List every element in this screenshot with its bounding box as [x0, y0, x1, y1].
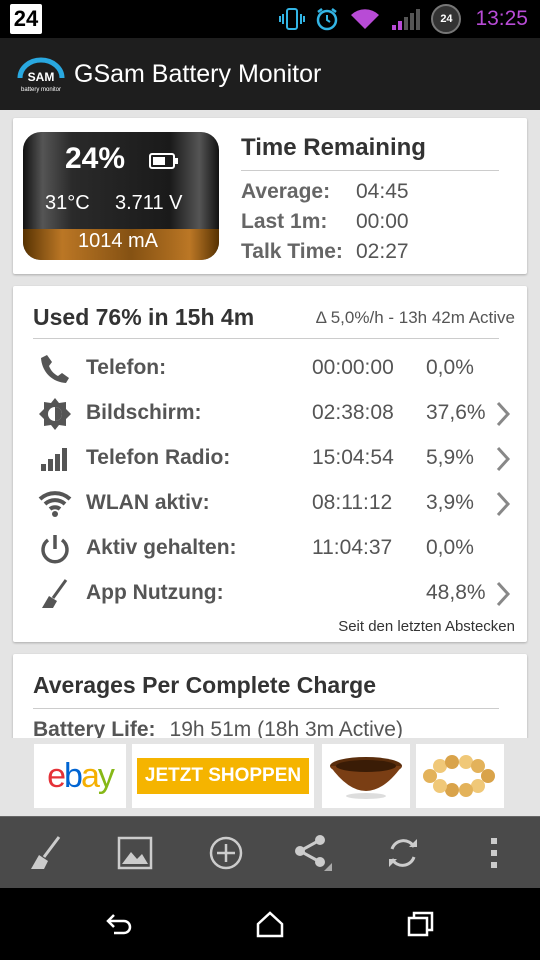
app-title: GSam Battery Monitor: [74, 59, 322, 88]
vibrate-icon: [279, 7, 306, 31]
chevron-right-icon[interactable]: [495, 446, 511, 477]
calendar-icon: 24: [431, 4, 462, 34]
divider: [33, 338, 499, 339]
battery-voltage: 3.711 V: [115, 192, 183, 214]
usage-row-telefon[interactable]: Telefon: 00:00:00 0,0%: [13, 348, 527, 388]
wifi-icon: [37, 487, 73, 521]
time-remaining-label: Average:: [241, 180, 331, 203]
status-icons: 24 13:25: [279, 0, 528, 38]
usage-label: Bildschirm:: [86, 401, 202, 424]
time-remaining-talktime: Talk Time: 02:27: [241, 240, 409, 264]
ad-shop-button[interactable]: JETZT SHOPPEN: [132, 744, 314, 808]
usage-label: Telefon:: [86, 356, 167, 379]
broom-icon[interactable]: [24, 831, 68, 875]
status-bar: 24 24 13:25: [0, 0, 540, 38]
usage-percent: 0,0%: [426, 536, 474, 559]
ebay-letter-y: y: [97, 756, 115, 795]
power-icon: [37, 532, 73, 566]
chevron-right-icon[interactable]: [495, 491, 511, 522]
averages-title: Averages Per Complete Charge: [33, 672, 377, 698]
divider: [241, 170, 499, 171]
broom-icon: [37, 577, 73, 611]
chevron-right-icon[interactable]: [495, 581, 511, 612]
time-remaining-value: 02:27: [356, 240, 409, 263]
divider: [33, 708, 499, 709]
clock: 13:25: [475, 7, 528, 30]
usage-row-aktiv-gehalten[interactable]: Aktiv gehalten: 11:04:37 0,0%: [13, 528, 527, 568]
ad-banner[interactable]: ebay JETZT SHOPPEN: [0, 738, 540, 816]
share-icon[interactable]: [292, 831, 336, 875]
time-remaining-last1m: Last 1m: 00:00: [241, 210, 409, 234]
usage-card: Used 76% in 15h 4m Δ 5,0%/h - 13h 42m Ac…: [13, 286, 527, 642]
add-circle-icon[interactable]: [204, 831, 248, 875]
usage-title: Used 76% in 15h 4m: [33, 304, 255, 330]
wifi-icon: [349, 7, 381, 31]
usage-label: WLAN aktiv:: [86, 491, 210, 514]
ad-ebay-logo[interactable]: ebay: [34, 744, 126, 808]
ebay-letter-e: e: [47, 756, 66, 795]
averages-value: 19h 51m (18h 3m Active): [169, 718, 403, 738]
ad-shop-label: JETZT SHOPPEN: [136, 758, 310, 794]
main-content[interactable]: 24% 31°C 3.711 V 1014 mA Time Remaining …: [0, 110, 540, 738]
refresh-icon[interactable]: [381, 831, 425, 875]
battery-charging-icon: [149, 152, 181, 175]
time-remaining-label: Talk Time:: [241, 240, 343, 263]
usage-time: 11:04:37: [312, 536, 393, 559]
time-remaining-title: Time Remaining: [241, 134, 426, 161]
ebay-letter-a: a: [80, 756, 100, 795]
battery-percent: 24%: [65, 142, 126, 175]
signal-bars-icon: [37, 442, 73, 476]
phone-icon: [37, 352, 73, 386]
time-remaining-value: 04:45: [356, 180, 409, 203]
battery-card[interactable]: 24% 31°C 3.711 V 1014 mA Time Remaining …: [13, 118, 527, 274]
chevron-right-icon[interactable]: [495, 401, 511, 432]
usage-time: 00:00:00: [312, 356, 394, 379]
app-logo-subtext: battery monitor: [21, 87, 61, 93]
alarm-icon: [315, 7, 339, 31]
usage-row-app-nutzung[interactable]: App Nutzung: 48,8%: [13, 573, 527, 613]
usage-percent: 3,9%: [426, 491, 474, 514]
usage-percent: 37,6%: [426, 401, 486, 424]
back-icon[interactable]: [100, 906, 140, 942]
usage-rate: Δ 5,0%/h - 13h 42m Active: [315, 308, 515, 327]
system-nav-bar: [0, 888, 540, 960]
usage-label: Aktiv gehalten:: [86, 536, 237, 559]
bottom-toolbar: [0, 816, 540, 888]
usage-row-telefon-radio[interactable]: Telefon Radio: 15:04:54 5,9%: [13, 438, 527, 478]
home-icon[interactable]: [250, 906, 290, 942]
usage-row-bildschirm[interactable]: Bildschirm: 02:38:08 37,6%: [13, 393, 527, 433]
brightness-icon: [37, 397, 73, 431]
app-logo-text: SAM: [28, 70, 55, 84]
recents-icon[interactable]: [400, 906, 440, 942]
signal-icon: [391, 7, 421, 31]
battery-current: 1014 mA: [77, 230, 159, 252]
ad-bracelet-image[interactable]: [416, 744, 504, 808]
usage-time: 02:38:08: [312, 401, 394, 424]
usage-time: 15:04:54: [312, 446, 394, 469]
ad-bowl-image[interactable]: [322, 744, 410, 808]
image-icon[interactable]: [113, 831, 157, 875]
action-bar: SAM battery monitor GSam Battery Monitor: [0, 38, 540, 110]
notification-badge: 24: [10, 4, 42, 34]
averages-battery-life: Battery Life: 19h 51m (18h 3m Active): [33, 718, 403, 738]
battery-temperature: 31°C: [45, 192, 90, 214]
usage-percent: 48,8%: [426, 581, 486, 604]
usage-percent: 5,9%: [426, 446, 474, 469]
averages-card: Averages Per Complete Charge Battery Lif…: [13, 654, 527, 738]
time-remaining-average: Average: 04:45: [241, 180, 409, 204]
usage-since-label: Seit den letzten Abstecken: [338, 618, 515, 635]
usage-percent: 0,0%: [426, 356, 474, 379]
overflow-menu-icon[interactable]: [472, 831, 516, 875]
time-remaining-label: Last 1m:: [241, 210, 328, 233]
usage-label: App Nutzung:: [86, 581, 224, 604]
app-logo-icon: SAM battery monitor: [17, 57, 65, 93]
averages-label: Battery Life:: [33, 718, 156, 738]
battery-graphic: 24% 31°C 3.711 V 1014 mA: [23, 132, 219, 260]
usage-label: Telefon Radio:: [86, 446, 231, 469]
time-remaining-value: 00:00: [356, 210, 409, 233]
usage-row-wlan[interactable]: WLAN aktiv: 08:11:12 3,9%: [13, 483, 527, 523]
usage-time: 08:11:12: [312, 491, 393, 514]
ebay-letter-b: b: [64, 756, 83, 795]
